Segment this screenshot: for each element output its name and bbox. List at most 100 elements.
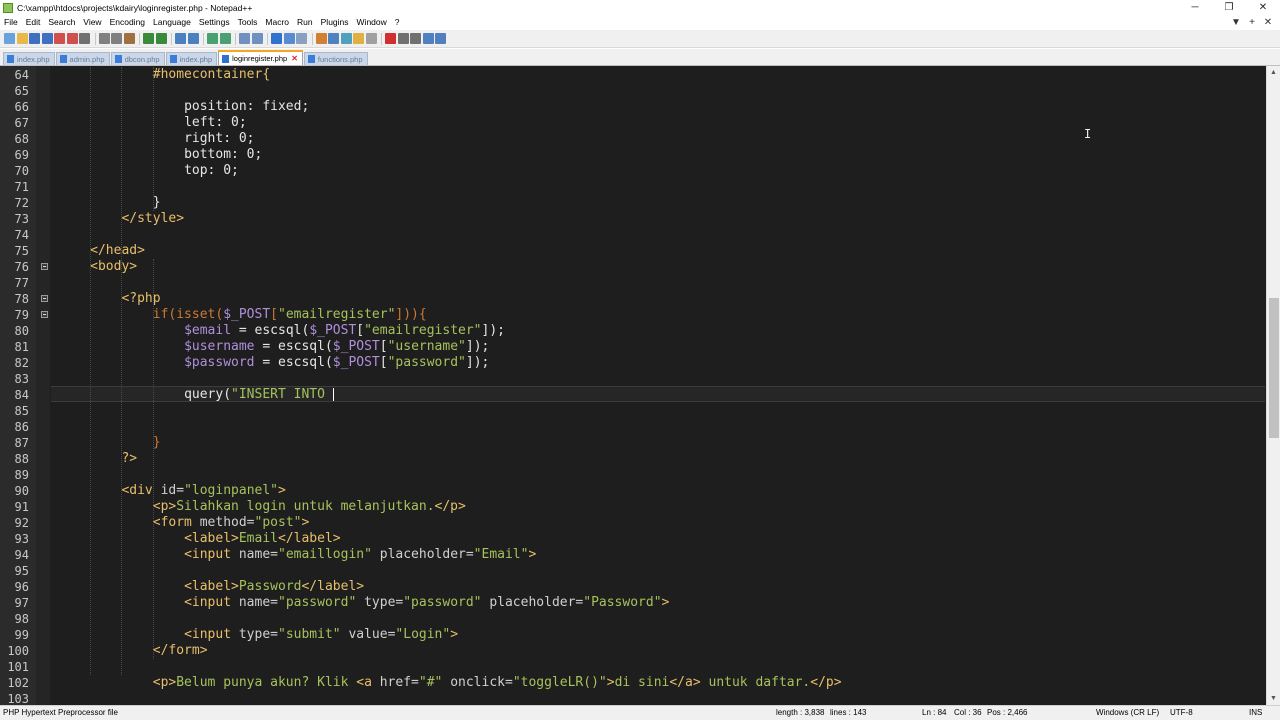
monitoring-icon[interactable] xyxy=(365,33,377,44)
code-line[interactable]: $email = escsql($_POST["emailregister"])… xyxy=(51,323,1265,339)
menu-help[interactable]: ? xyxy=(391,15,404,30)
show-all-chars-icon[interactable] xyxy=(283,33,295,44)
tab-close-icon[interactable]: ✕ xyxy=(291,54,298,63)
run-macro-multiple-icon[interactable] xyxy=(422,33,434,44)
maximize-button[interactable]: ❐ xyxy=(1212,0,1246,15)
code-line[interactable]: } xyxy=(51,195,1265,211)
replace-icon[interactable] xyxy=(187,33,199,44)
code-line[interactable] xyxy=(51,419,1265,435)
save-all-icon[interactable] xyxy=(41,33,53,44)
menu-plugins[interactable]: Plugins xyxy=(317,15,353,30)
code-line[interactable]: <div id="loginpanel"> xyxy=(51,483,1265,499)
code-line[interactable]: <input name="password" type="password" p… xyxy=(51,595,1265,611)
sync-vertical-icon[interactable] xyxy=(239,33,250,44)
close-icon[interactable] xyxy=(54,33,65,44)
indent-guide-icon[interactable] xyxy=(296,33,307,44)
code-line[interactable]: <input type="submit" value="Login"> xyxy=(51,627,1265,643)
find-icon[interactable] xyxy=(175,33,186,44)
code-line[interactable]: if(isset($_POST["emailregister"])){ xyxy=(51,307,1265,323)
code-line[interactable]: position: fixed; xyxy=(51,99,1265,115)
code-line[interactable]: <p>Silahkan login untuk melanjutkan.</p> xyxy=(51,499,1265,515)
stop-macro-icon[interactable] xyxy=(397,33,409,44)
menu-language[interactable]: Language xyxy=(149,15,195,30)
code-line[interactable]: </head> xyxy=(51,243,1265,259)
code-line[interactable] xyxy=(51,83,1265,99)
scroll-up-arrow-icon[interactable]: ▲ xyxy=(1270,69,1277,76)
code-line[interactable] xyxy=(51,691,1265,705)
doc-map-icon[interactable] xyxy=(328,33,339,44)
menu-edit[interactable]: Edit xyxy=(22,15,45,30)
file-tab[interactable]: dbcon.php xyxy=(110,52,165,65)
menu-settings[interactable]: Settings xyxy=(195,15,234,30)
code-line[interactable]: <body> xyxy=(51,259,1265,275)
sync-horizontal-icon[interactable] xyxy=(251,33,263,44)
code-line[interactable]: <label>Email</label> xyxy=(51,531,1265,547)
new-tab-button[interactable]: + xyxy=(1244,15,1260,30)
menu-search[interactable]: Search xyxy=(44,15,79,30)
code-line[interactable] xyxy=(51,659,1265,675)
file-tab[interactable]: index.php xyxy=(3,52,55,65)
fold-toggle-icon[interactable] xyxy=(41,263,48,270)
status-encoding[interactable]: UTF-8 xyxy=(1170,706,1193,720)
file-tab[interactable]: admin.php xyxy=(55,52,110,65)
zoom-in-icon[interactable] xyxy=(207,33,218,44)
code-line[interactable]: ?> xyxy=(51,451,1265,467)
menu-view[interactable]: View xyxy=(79,15,105,30)
code-line[interactable] xyxy=(51,563,1265,579)
code-editor[interactable]: 64 65 66 67 68 69 70 71 72 73 74 75 76 77 78 79 80 81 82 83… xyxy=(0,66,1280,705)
function-list-icon[interactable] xyxy=(340,33,352,44)
code-line[interactable] xyxy=(51,611,1265,627)
scrollbar-thumb[interactable] xyxy=(1269,298,1279,438)
vertical-scrollbar[interactable]: ▲ ▼ xyxy=(1266,66,1280,705)
zoom-out-icon[interactable] xyxy=(219,33,231,44)
code-line[interactable] xyxy=(51,227,1265,243)
print-icon[interactable] xyxy=(79,33,90,44)
open-file-icon[interactable] xyxy=(16,33,28,44)
folder-workspace-icon[interactable] xyxy=(353,33,364,44)
code-line[interactable]: } xyxy=(51,435,1265,451)
code-line[interactable] xyxy=(51,275,1265,291)
code-line[interactable] xyxy=(51,179,1265,195)
code-line[interactable] xyxy=(51,467,1265,483)
file-tab[interactable]: index.php xyxy=(165,52,218,65)
code-line[interactable]: <label>Password</label> xyxy=(51,579,1265,595)
record-macro-icon[interactable] xyxy=(385,33,396,44)
code-line[interactable]: <p>Belum punya akun? Klik <a href="#" on… xyxy=(51,675,1265,691)
undo-icon[interactable] xyxy=(143,33,154,44)
status-insert-mode[interactable]: INS xyxy=(1249,706,1262,720)
new-file-icon[interactable] xyxy=(4,33,15,44)
copy-icon[interactable] xyxy=(111,33,122,44)
redo-icon[interactable] xyxy=(155,33,167,44)
save-macro-icon[interactable] xyxy=(435,33,446,44)
menu-window[interactable]: Window xyxy=(353,15,391,30)
code-line[interactable] xyxy=(51,371,1265,387)
code-line[interactable]: #homecontainer{ xyxy=(51,67,1265,83)
menu-encoding[interactable]: Encoding xyxy=(106,15,149,30)
menu-macro[interactable]: Macro xyxy=(261,15,293,30)
menu-file[interactable]: File xyxy=(0,15,22,30)
minimize-button[interactable]: ─ xyxy=(1178,0,1212,15)
code-line[interactable]: bottom: 0; xyxy=(51,147,1265,163)
define-language-icon[interactable] xyxy=(315,33,327,44)
paste-icon[interactable] xyxy=(123,33,135,44)
code-line[interactable]: left: 0; xyxy=(51,115,1265,131)
current-code-line[interactable]: query("INSERT INTO xyxy=(51,386,1265,402)
status-eol[interactable]: Windows (CR LF) xyxy=(1096,706,1159,720)
code-line[interactable]: <?php xyxy=(51,291,1265,307)
close-all-icon[interactable] xyxy=(66,33,78,44)
close-button[interactable]: ✕ xyxy=(1246,0,1280,15)
fold-toggle-icon[interactable] xyxy=(41,295,48,302)
code-line[interactable]: top: 0; xyxy=(51,163,1265,179)
code-line[interactable]: $password = escsql($_POST["password"]); xyxy=(51,355,1265,371)
code-line[interactable]: right: 0; xyxy=(51,131,1265,147)
code-line[interactable]: $username = escsql($_POST["username"]); xyxy=(51,339,1265,355)
cut-icon[interactable] xyxy=(98,33,110,44)
word-wrap-icon[interactable] xyxy=(271,33,282,44)
close-tab-button[interactable]: ✕ xyxy=(1260,15,1276,30)
tab-list-button[interactable]: ▼ xyxy=(1228,15,1244,30)
file-tab[interactable]: functions.php xyxy=(303,52,368,65)
code-line[interactable]: <form method="post"> xyxy=(51,515,1265,531)
code-line[interactable]: </form> xyxy=(51,643,1265,659)
menu-tools[interactable]: Tools xyxy=(234,15,262,30)
menu-run[interactable]: Run xyxy=(293,15,317,30)
